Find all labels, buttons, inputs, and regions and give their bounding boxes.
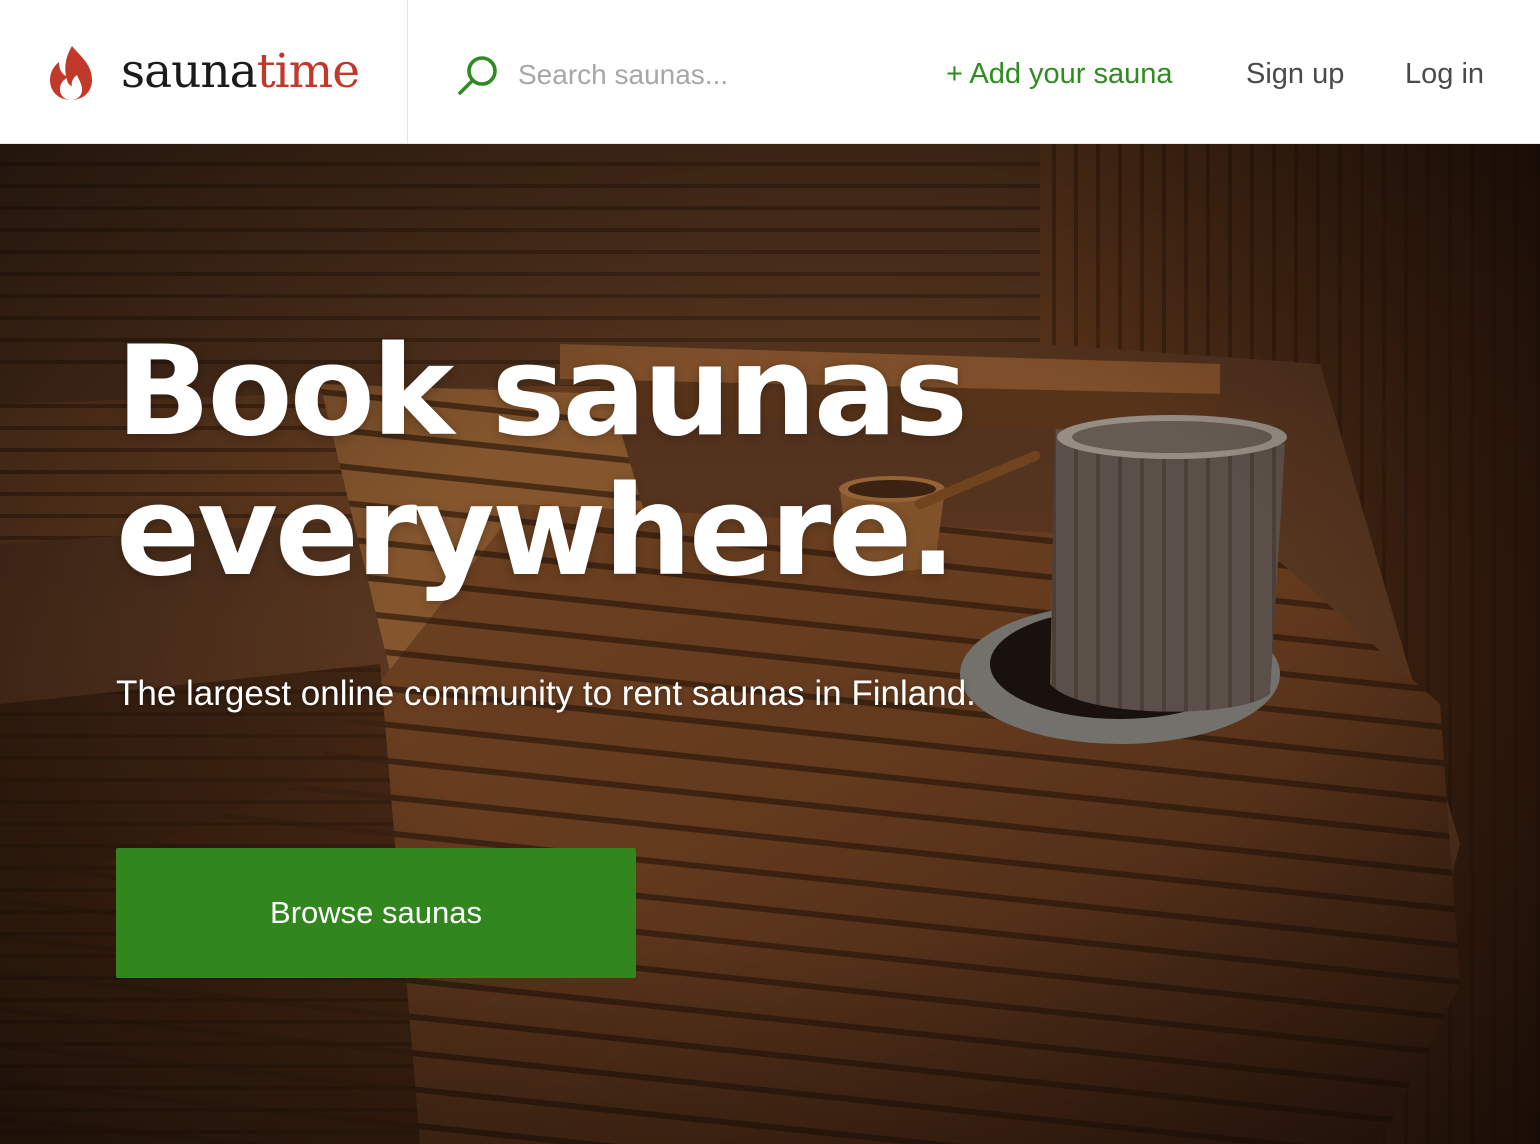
hero-title-line-1: Book saunas — [116, 320, 968, 464]
sign-up-link[interactable]: Sign up — [1246, 52, 1344, 96]
search-icon — [458, 56, 497, 95]
home-logo-link[interactable]: saunatime — [0, 0, 407, 143]
hero-subtitle: The largest online community to rent sau… — [116, 674, 976, 713]
hero-title: Book saunas everywhere. — [116, 320, 968, 604]
logo-area: saunatime — [0, 0, 408, 144]
hero-background-image — [0, 144, 1540, 1144]
brand-name: saunatime — [121, 42, 360, 102]
log-in-link[interactable]: Log in — [1405, 52, 1484, 96]
browse-saunas-button[interactable]: Browse saunas — [116, 848, 636, 978]
search-input[interactable] — [518, 52, 848, 98]
top-navigation-bar: saunatime + Add your sauna Sign up Log i… — [0, 0, 1540, 144]
flame-icon — [50, 46, 92, 100]
hero-title-line-2: everywhere. — [116, 460, 956, 604]
brand-name-accent: time — [256, 44, 360, 99]
hero-section: Book saunas everywhere. The largest onli… — [0, 144, 1540, 1144]
add-your-sauna-link[interactable]: + Add your sauna — [946, 52, 1173, 96]
brand-name-main: sauna — [121, 44, 258, 99]
